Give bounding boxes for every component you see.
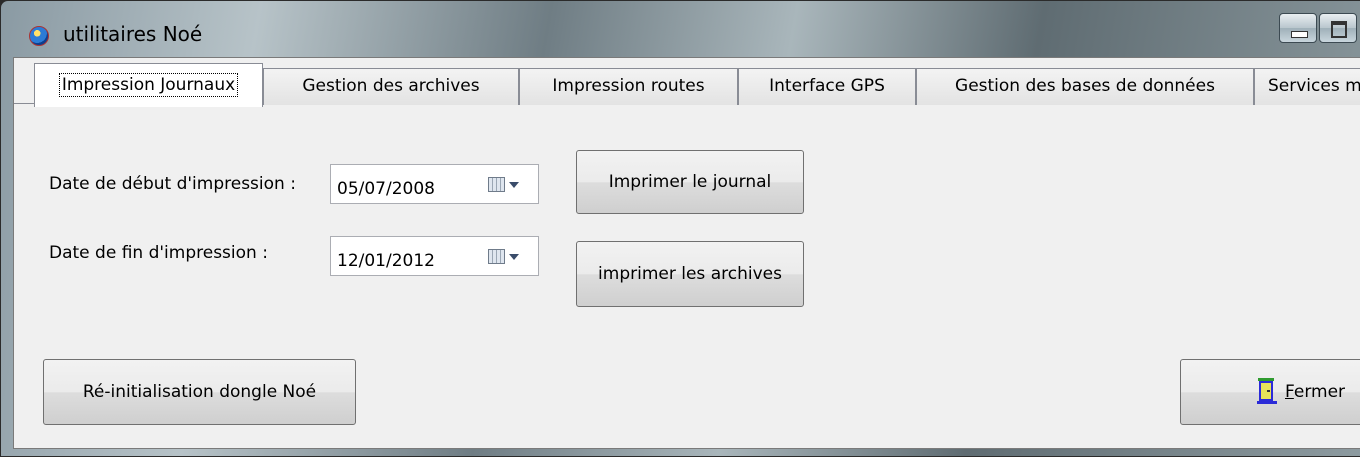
tab-label: Gestion des archives [302,76,480,96]
reset-dongle-button[interactable]: Ré-initialisation dongle Noé [43,359,356,425]
close-button-label: Fermer [1285,360,1345,424]
tab-label: Gestion des bases de données [955,76,1215,96]
close-button[interactable]: Fermer [1180,359,1360,425]
tab-impression-journaux[interactable]: Impression Journaux [34,63,263,107]
chevron-down-icon[interactable] [509,182,519,188]
tab-label: Impression Journaux [58,73,239,97]
start-date-label: Date de début d'impression : [49,174,296,194]
minimize-button[interactable] [1279,13,1317,43]
window-title: utilitaires Noé [63,22,203,46]
window-controls [1279,13,1359,45]
end-date-label: Date de fin d'impression : [49,243,268,263]
start-date-value: 05/07/2008 [337,179,435,199]
tab-interface-gps[interactable]: Interface GPS [738,68,916,105]
window-frame: utilitaires Noé Impression Journaux Gest… [0,0,1360,457]
print-journal-button[interactable]: Imprimer le journal [576,150,804,214]
tab-gestion-archives[interactable]: Gestion des archives [263,68,519,105]
door-exit-icon [1257,378,1277,404]
close-label-rest: ermer [1293,382,1346,402]
globe-icon[interactable] [29,26,49,46]
tab-label: Interface GPS [769,76,885,96]
button-label: Imprimer le journal [608,172,772,192]
tab-gestion-bases[interactable]: Gestion des bases de données [916,68,1254,105]
close-mnemonic: F [1285,382,1294,402]
button-label: imprimer les archives [598,264,782,284]
print-archives-button[interactable]: imprimer les archives [576,241,804,307]
client-area: Impression Journaux Gestion des archives… [13,57,1360,449]
end-date-picker[interactable]: 12/01/2012 [330,236,539,276]
end-date-value: 12/01/2012 [337,251,435,271]
tab-impression-routes[interactable]: Impression routes [519,68,738,105]
maximize-button[interactable] [1319,13,1357,43]
tab-label: Impression routes [552,76,705,96]
tab-label: Services m [1268,76,1360,96]
chevron-down-icon[interactable] [509,254,519,260]
tab-services[interactable]: Services m [1254,68,1360,105]
calendar-icon[interactable] [488,249,505,264]
start-date-picker[interactable]: 05/07/2008 [330,164,539,204]
calendar-icon[interactable] [488,177,505,192]
button-label: Ré-initialisation dongle Noé [82,382,317,402]
